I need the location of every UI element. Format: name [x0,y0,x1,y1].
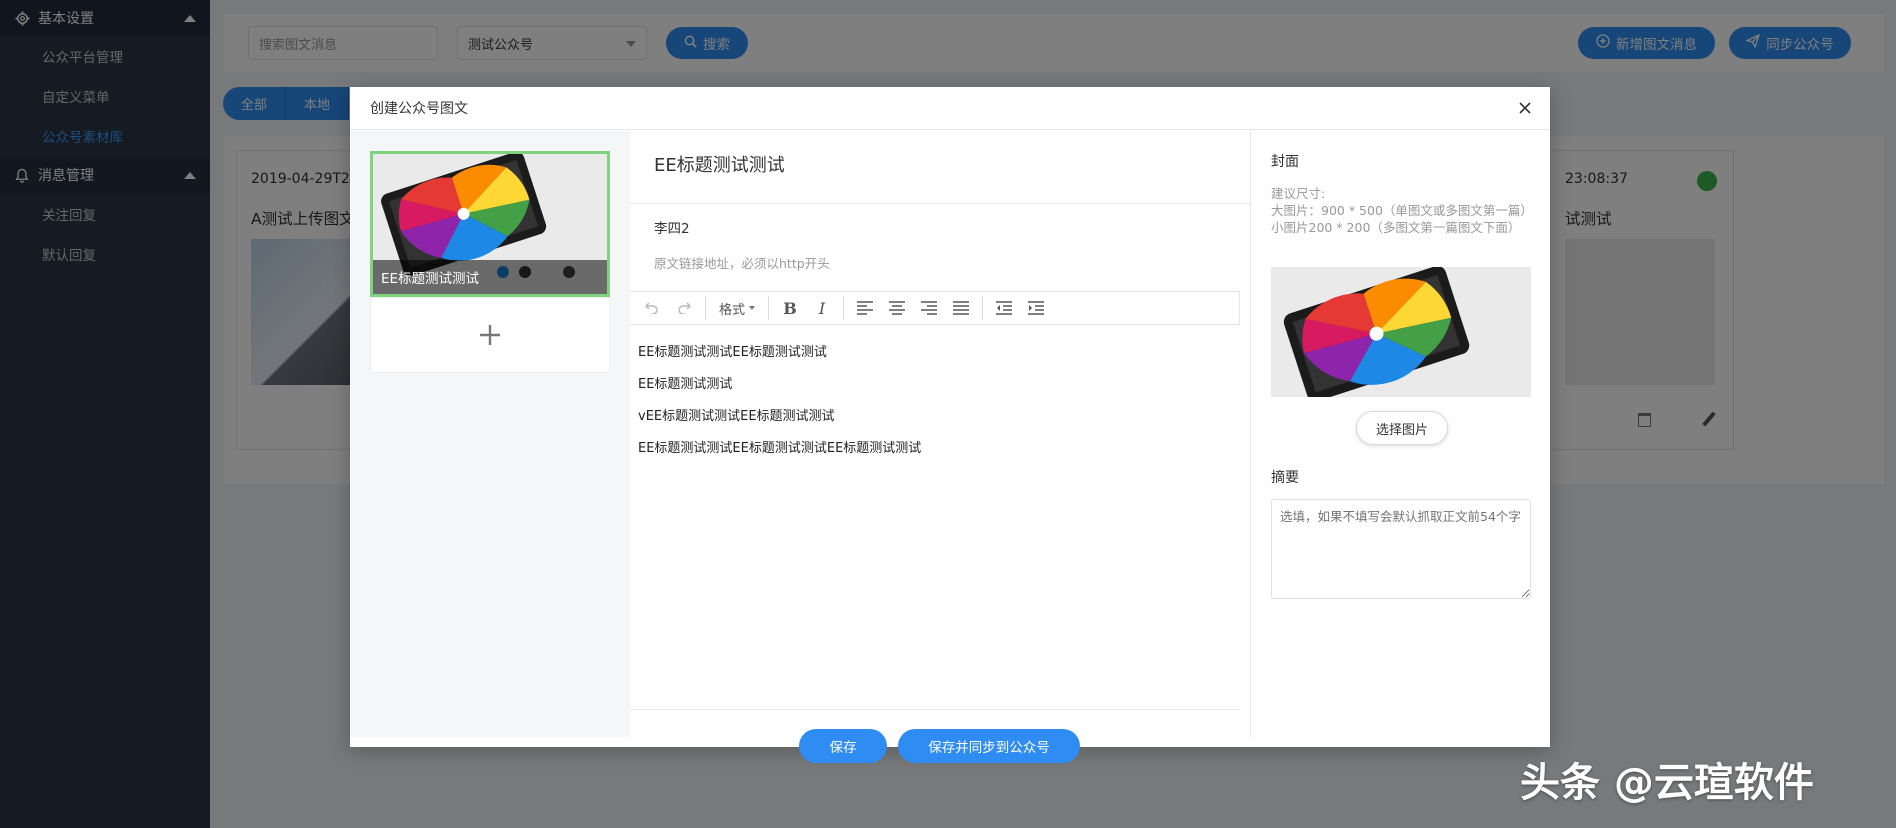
align-right-icon[interactable] [915,294,943,322]
cover-size-hint: 建议尺寸: 大图片：900 * 500（单图文或多图文第一篇） 小图片200 *… [1271,185,1541,236]
undo-icon[interactable] [638,294,666,322]
divider [630,709,1240,710]
editor-content[interactable]: EE标题测试测试EE标题测试测试 EE标题测试测试 vEE标题测试测试EE标题测… [638,337,1238,465]
format-dropdown[interactable]: 格式 [713,299,761,318]
dialog-header: 创建公众号图文 [350,87,1550,130]
dialog-title: 创建公众号图文 [370,101,468,117]
align-left-icon[interactable] [851,294,879,322]
outdent-icon[interactable] [990,294,1018,322]
format-label: 格式 [719,302,746,318]
close-icon[interactable] [1514,97,1536,119]
source-url-input[interactable]: 原文链接地址，必须以http开头 [654,253,830,272]
plus-icon [480,325,500,345]
indent-icon[interactable] [1022,294,1050,322]
toolbar-divider [982,296,984,320]
toolbar-divider [705,296,706,320]
divider [630,203,1250,204]
choose-image-button[interactable]: 选择图片 [1356,411,1448,445]
toolbar-divider [843,296,845,320]
article-list-column: EE标题测试测试 [350,131,630,737]
bold-icon[interactable]: B [776,294,804,322]
article-title-input[interactable]: EE标题测试测试 [654,151,785,177]
editor-paragraph: EE标题测试测试EE标题测试测试EE标题测试测试 [638,441,922,456]
cover-preview-image [1271,267,1531,397]
watermark-text: 头条 @云瑄软件 [1520,760,1814,806]
save-button[interactable]: 保存 [799,729,887,763]
hint-small: 小图片200 * 200（多图文第一篇图文下面） [1271,220,1521,235]
article-thumb-selected[interactable]: EE标题测试测试 [370,151,610,297]
chevron-down-icon [749,306,756,310]
italic-icon[interactable]: I [808,294,836,322]
redo-icon[interactable] [670,294,698,322]
author-input[interactable]: 李四2 [654,217,690,237]
article-editor-column: EE标题测试测试 李四2 原文链接地址，必须以http开头 格式 B I EE标… [630,131,1250,763]
cover-label: 封面 [1271,154,1299,170]
cover-settings-column: 封面 建议尺寸: 大图片：900 * 500（单图文或多图文第一篇） 小图片20… [1250,131,1550,737]
editor-paragraph: vEE标题测试测试EE标题测试测试 [638,409,835,424]
toolbar-divider [768,296,770,320]
create-article-dialog: 创建公众号图文 EE标题测试测试 EE标题测试测试 李四2 原文链接地址，必须以… [350,87,1550,763]
hint-large: 大图片：900 * 500（单图文或多图文第一篇） [1271,203,1533,218]
editor-toolbar: 格式 B I [630,291,1240,325]
editor-paragraph: EE标题测试测试EE标题测试测试 [638,345,827,360]
editor-paragraph: EE标题测试测试 [638,377,733,392]
summary-label: 摘要 [1271,470,1299,486]
hint-title: 建议尺寸: [1271,186,1326,201]
article-thumb-caption: EE标题测试测试 [373,260,607,294]
summary-textarea[interactable] [1271,499,1531,599]
align-justify-icon[interactable] [947,294,975,322]
add-article-slot[interactable] [370,297,610,373]
save-and-sync-button[interactable]: 保存并同步到公众号 [898,729,1080,763]
align-center-icon[interactable] [883,294,911,322]
